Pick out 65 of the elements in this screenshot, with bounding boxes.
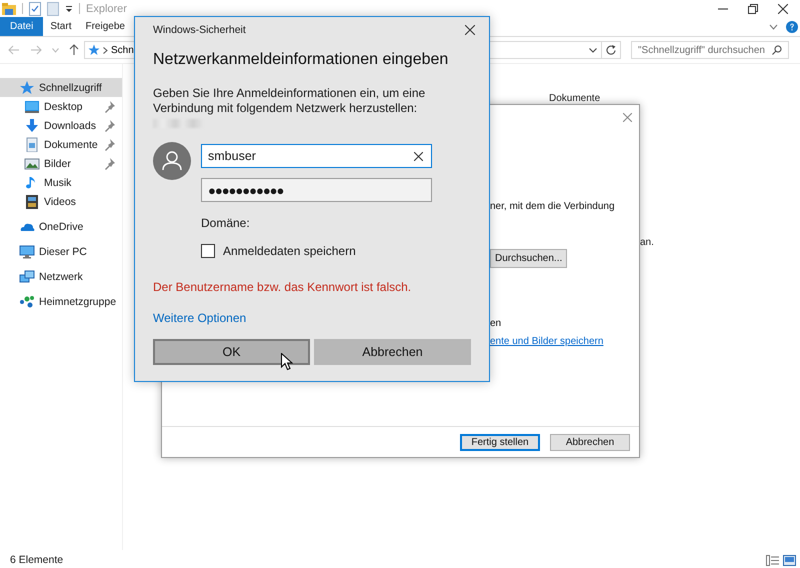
- folder-label[interactable]: Dokumente: [549, 93, 600, 104]
- search-icon: [772, 45, 782, 55]
- restore-icon[interactable]: [748, 4, 758, 14]
- ribbon-tab[interactable]: Datei: [0, 17, 44, 36]
- dialog-title: Windows-Sicherheit: [153, 24, 246, 36]
- dropdown-icon: [65, 4, 73, 12]
- nav-icon: [19, 244, 35, 259]
- document-icon: [47, 2, 59, 16]
- nav-item[interactable]: OneDrive: [0, 217, 122, 236]
- nav-icon: [24, 99, 40, 114]
- nav-icon: [19, 294, 35, 309]
- finish-button[interactable]: Fertig stellen: [460, 434, 540, 451]
- refresh-icon[interactable]: [606, 45, 616, 55]
- nav-icon: [24, 156, 40, 171]
- domain-label: Domäne:: [201, 216, 250, 230]
- option-text: en: [490, 318, 502, 329]
- nav-item[interactable]: Downloads: [0, 116, 122, 135]
- password-field[interactable]: ●●●●●●●●●●●: [201, 178, 432, 202]
- ok-button[interactable]: OK: [153, 339, 310, 365]
- window-title: Explorer: [86, 2, 127, 14]
- clear-icon[interactable]: [414, 152, 423, 160]
- nav-icon: [24, 118, 40, 133]
- browse-button[interactable]: Durchsuchen...: [490, 249, 568, 268]
- close-icon[interactable]: [778, 4, 788, 14]
- up-arrow-icon[interactable]: [69, 44, 79, 56]
- nav-icon: [24, 137, 40, 152]
- search-field[interactable]: "Schnellzugriff" durchsuchen: [631, 41, 789, 59]
- tiles-view-icon[interactable]: [783, 554, 796, 566]
- nav-icon: [24, 194, 40, 209]
- ribbon-tab[interactable]: Start: [43, 17, 78, 36]
- cursor-icon: [281, 353, 293, 371]
- help-icon[interactable]: [786, 20, 798, 32]
- nav-item[interactable]: Desktop: [0, 97, 122, 116]
- text-fragment: an.: [640, 237, 654, 248]
- item-count: 6 Elemente: [10, 554, 64, 566]
- chevron-right-icon: [103, 46, 108, 54]
- ribbon-tab[interactable]: Freigebe: [78, 17, 132, 36]
- link[interactable]: ente und Bilder speichern: [490, 336, 604, 347]
- nav-item[interactable]: Schnellzugriff: [0, 78, 122, 97]
- user-icon: [153, 142, 191, 180]
- nav-item[interactable]: Dokumente: [0, 135, 122, 154]
- dialog-heading: Netzwerkanmeldeinformationen eingeben: [153, 51, 450, 69]
- error-message: Der Benutzername bzw. das Kennwort ist falsch.: [153, 280, 412, 294]
- nav-item[interactable]: Bilder: [0, 154, 122, 173]
- instruction-text: Geben Sie Ihre Anmeldeinformationen ein, um eine Verbindung mit folgendem Netzwerk herzustellen:: [153, 86, 426, 116]
- nav-item[interactable]: Dieser PC: [0, 242, 122, 261]
- nav-item[interactable]: Netzwerk: [0, 267, 122, 286]
- nav-item[interactable]: Musik: [0, 173, 122, 192]
- checkbox-label: Anmeldedaten speichern: [223, 244, 356, 258]
- description-text: ner, mit dem die Verbindung: [490, 201, 615, 212]
- chevron-down-icon[interactable]: [769, 24, 778, 30]
- star-icon: [88, 44, 100, 56]
- cancel-button[interactable]: Abbrechen: [550, 434, 630, 451]
- chevron-down-icon[interactable]: [589, 48, 597, 52]
- more-options-link[interactable]: Weitere Optionen: [153, 311, 246, 325]
- username-field[interactable]: smbuser: [201, 144, 432, 168]
- nav-icon: [19, 80, 35, 95]
- cancel-button[interactable]: Abbrechen: [314, 339, 471, 365]
- close-icon[interactable]: [465, 25, 475, 35]
- nav-item[interactable]: Videos: [0, 192, 122, 211]
- details-view-icon[interactable]: [766, 554, 779, 566]
- nav-item[interactable]: Heimnetzgruppe: [0, 292, 122, 311]
- nav-icon: [19, 269, 35, 284]
- folder-icon: [2, 2, 16, 14]
- checkbox[interactable]: [201, 244, 215, 258]
